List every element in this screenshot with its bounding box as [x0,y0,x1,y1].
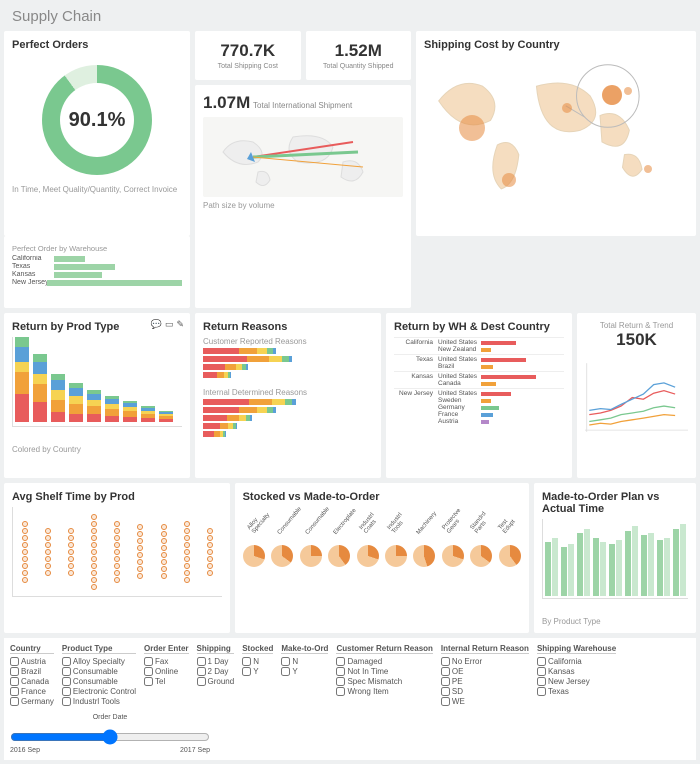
edit-icon[interactable]: ✎ [176,319,184,330]
sub-header: Customer Reported Reasons [203,337,373,346]
hbar-customer[interactable] [203,348,373,378]
filter-option[interactable]: France [10,687,54,696]
mini-bar-row[interactable]: California [12,255,182,262]
panel-return-by-type: Return by Prod Type 💬 ▭ ✎ Colored by Cou… [4,313,190,478]
comment-icon[interactable]: 💬 [151,319,162,330]
filter-option[interactable]: Wrong Item [336,687,432,696]
world-map[interactable] [424,55,688,225]
filter-group: Customer Return ReasonDamagedNot In Time… [336,644,432,706]
filter-option[interactable]: PE [441,677,529,686]
filter-option[interactable]: OE [441,667,529,676]
filter-group: Internal Return ReasonNo ErrorOEPESDWE [441,644,529,706]
filter-group: Shipping1 Day2 DayGround [197,644,235,706]
filter-option[interactable]: Tel [144,677,188,686]
filter-group: Make-to-OrdNY [281,644,328,706]
panel-intl-shipment: 1.07M Total International Shipment Path … [195,85,411,308]
panel-total-return-trend: Total Return & Trend 150K [577,313,696,478]
layers-icon[interactable]: ▭ [165,319,174,330]
filter-option[interactable]: Online [144,667,188,676]
filter-option[interactable]: Not In Time [336,667,432,676]
panel-stocked-vs-mto: Stocked vs Made-to-Order Alloy Specialty… [235,483,529,633]
panel-perfect-by-wh: Perfect Order by Warehouse CaliforniaTex… [4,236,190,308]
strip-plot[interactable] [12,507,222,597]
filter-option[interactable]: Electronic Control [62,687,136,696]
kpi-quantity: 1.52MTotal Quantity Shipped [306,31,412,80]
filter-option[interactable]: California [537,657,616,666]
filter-option[interactable]: Brazil [10,667,54,676]
panel-return-by-wh: Return by WH & Dest Country CaliforniaUn… [386,313,572,478]
mini-bar-row[interactable]: Texas [12,263,182,270]
mini-bar-row[interactable]: Kansas [12,271,182,278]
filter-group: Product TypeAlloy SpecialtyConsumableCon… [62,644,136,706]
caption: Path size by volume [203,201,403,210]
filter-option[interactable]: Germany [10,697,54,706]
panel-mto-plan-actual: Made-to-Order Plan vs Actual Time By Pro… [534,483,696,633]
line-chart[interactable] [585,350,688,445]
filter-option[interactable]: Austria [10,657,54,666]
filter-group: StockedNY [242,644,273,706]
filter-option[interactable]: WE [441,697,529,706]
filter-option[interactable]: Kansas [537,667,616,676]
filter-group: CountryAustriaBrazilCanadaFranceGermany [10,644,54,706]
panel-shipping-cost-map: Shipping Cost by Country [416,31,696,236]
filter-option[interactable]: Y [281,667,328,676]
filter-group: Order EnterFaxOnlineTel [144,644,188,706]
panel-header: Return by WH & Dest Country [394,321,564,333]
filter-option[interactable]: Consumable [62,677,136,686]
filter-option[interactable]: N [242,657,273,666]
filter-option[interactable]: Industrl Tools [62,697,136,706]
date-slider[interactable]: Order Date 2016 Sep2017 Sep [10,714,210,754]
filter-bar: CountryAustriaBrazilCanadaFranceGermanyP… [4,638,696,760]
grouped-bar-chart[interactable] [542,519,688,599]
hbar-internal[interactable] [203,399,373,437]
caption: By Product Type [542,617,688,626]
panel-perfect-orders: Perfect Orders 90.1% In Time, Meet Quali… [4,31,190,236]
panel-shelf-time: Avg Shelf Time by Prod [4,483,230,633]
panel-header: Stocked vs Made-to-Order [243,491,521,503]
filter-option[interactable]: Ground [197,677,235,686]
filter-option[interactable]: Fax [144,657,188,666]
page-title: Supply Chain [4,4,696,31]
filter-option[interactable]: Alloy Specialty [62,657,136,666]
caption: In Time, Meet Quality/Quantity, Correct … [12,185,182,194]
filter-option[interactable]: New Jersey [537,677,616,686]
filter-option[interactable]: Canada [10,677,54,686]
filter-option[interactable]: Texas [537,687,616,696]
kpi-value: 150K [585,330,688,350]
grid-bar-chart[interactable]: CaliforniaUnited StatesNew ZealandTexasU… [394,337,564,426]
pie-multiples[interactable] [243,545,521,567]
filter-option[interactable]: 2 Day [197,667,235,676]
panel-header: Perfect Orders [12,39,182,51]
panel-return-reasons: Return Reasons Customer Reported Reasons… [195,313,381,478]
kpi-shipping-cost: 770.7KTotal Shipping Cost [195,31,301,80]
filter-option[interactable]: Damaged [336,657,432,666]
mini-bar-row[interactable]: New Jersey [12,279,182,286]
donut-chart[interactable]: 90.1% [42,65,152,175]
panel-header: Total Return & Trend [585,321,688,330]
sub-header: Internal Determined Reasons [203,388,373,397]
filter-option[interactable]: 1 Day [197,657,235,666]
caption: Colored by Country [12,445,182,454]
stacked-bar-chart[interactable] [12,337,182,427]
panel-header: Shipping Cost by Country [424,39,688,51]
filter-group: Shipping WarehouseCaliforniaKansasNew Je… [537,644,616,706]
panel-header: Perfect Order by Warehouse [12,244,182,253]
filter-option[interactable]: N [281,657,328,666]
filter-option[interactable]: No Error [441,657,529,666]
panel-header: Avg Shelf Time by Prod [12,491,222,503]
filter-option[interactable]: Spec Mismatch [336,677,432,686]
panel-header: Return Reasons [203,321,373,333]
filter-option[interactable]: Y [242,667,273,676]
panel-header: Made-to-Order Plan vs Actual Time [542,491,688,515]
path-map[interactable] [203,117,403,197]
filter-option[interactable]: SD [441,687,529,696]
filter-option[interactable]: Consumable [62,667,136,676]
